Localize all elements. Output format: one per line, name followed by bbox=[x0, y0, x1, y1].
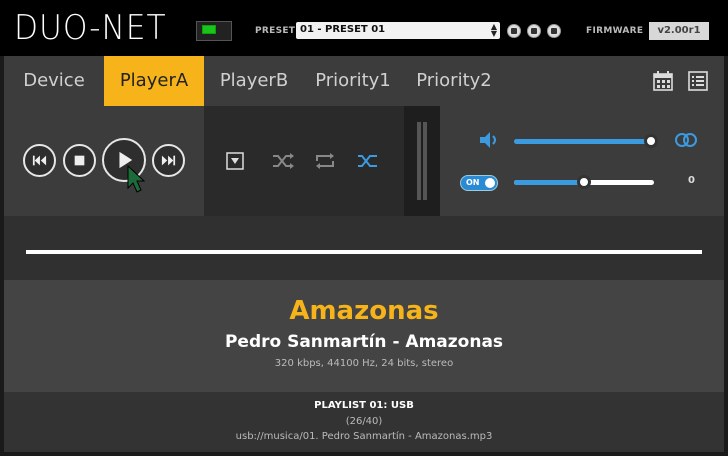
track-title: Amazonas bbox=[289, 296, 439, 326]
progress-area bbox=[4, 216, 724, 280]
balance-value: 0 bbox=[688, 175, 695, 186]
previous-button[interactable] bbox=[23, 144, 56, 177]
dropdown-icon[interactable] bbox=[226, 152, 244, 170]
monitor-icon[interactable] bbox=[196, 21, 232, 41]
volume-fill bbox=[514, 139, 651, 144]
power-toggle[interactable]: ON bbox=[460, 175, 498, 191]
mouse-cursor-icon bbox=[127, 164, 146, 193]
playlist-position: (26/40) bbox=[345, 416, 383, 427]
delete-preset-icon[interactable] bbox=[547, 24, 561, 38]
playlist-info: PLAYLIST 01: USB (26/40) usb://musica/01… bbox=[4, 392, 724, 452]
tab-playerb[interactable]: PlayerB bbox=[204, 56, 304, 106]
firmware-version: v2.00r1 bbox=[649, 22, 709, 40]
volume-knob[interactable] bbox=[643, 134, 658, 148]
tab-playera[interactable]: PlayerA bbox=[104, 56, 204, 106]
toggle-label: ON bbox=[466, 178, 480, 187]
next-button[interactable] bbox=[152, 144, 185, 177]
stop-button[interactable] bbox=[63, 144, 96, 177]
preset-label: PRESET bbox=[255, 26, 296, 36]
balance-knob[interactable] bbox=[577, 175, 591, 189]
playback-mode-panel bbox=[204, 106, 404, 216]
header-bar: DUO-NET PRESET 01 - PRESET 01 ▲ ▼ FIRMWAR… bbox=[0, 0, 728, 56]
firmware-label: FIRMWARE bbox=[586, 26, 644, 36]
previous-icon bbox=[32, 155, 47, 166]
track-artist-album: Pedro Sanmartín - Amazonas bbox=[224, 332, 504, 352]
copy-preset-icon[interactable] bbox=[527, 24, 541, 38]
save-preset-icon[interactable] bbox=[507, 24, 521, 38]
tab-device[interactable]: Device bbox=[4, 56, 104, 106]
next-icon bbox=[161, 155, 176, 166]
list-icon[interactable] bbox=[687, 70, 709, 92]
track-path: usb://musica/01. Pedro Sanmartín - Amazo… bbox=[235, 431, 493, 442]
preset-select[interactable]: 01 - PRESET 01 ▲ ▼ bbox=[296, 22, 500, 39]
track-format: 320 kbps, 44100 Hz, 24 bits, stereo bbox=[274, 358, 454, 369]
volume-track[interactable] bbox=[514, 139, 658, 144]
volume-icon[interactable] bbox=[478, 130, 500, 150]
transport-controls: ON 0 bbox=[4, 106, 724, 216]
tab-bar: Device PlayerA PlayerB Priority1 Priorit… bbox=[4, 56, 724, 106]
meter-right bbox=[423, 122, 427, 200]
meter-left bbox=[417, 122, 421, 200]
shuffle-icon[interactable] bbox=[272, 152, 294, 170]
level-meter bbox=[404, 106, 440, 216]
playlist-name: PLAYLIST 01: USB bbox=[314, 400, 414, 411]
crossfade-icon[interactable] bbox=[357, 152, 379, 170]
tab-priority2[interactable]: Priority2 bbox=[402, 56, 506, 106]
preset-value: 01 - PRESET 01 bbox=[300, 24, 386, 35]
repeat-icon[interactable] bbox=[314, 152, 336, 170]
balance-fill bbox=[514, 180, 584, 185]
progress-bar[interactable] bbox=[26, 250, 702, 254]
app-logo: DUO-NET bbox=[14, 8, 167, 48]
stop-icon bbox=[74, 155, 85, 166]
link-icon[interactable] bbox=[674, 132, 698, 148]
tab-priority1[interactable]: Priority1 bbox=[304, 56, 402, 106]
now-playing: Amazonas Pedro Sanmartín - Amazonas 320 … bbox=[4, 280, 724, 392]
select-arrows-icon: ▲ ▼ bbox=[490, 22, 497, 38]
calendar-icon[interactable] bbox=[652, 70, 674, 92]
